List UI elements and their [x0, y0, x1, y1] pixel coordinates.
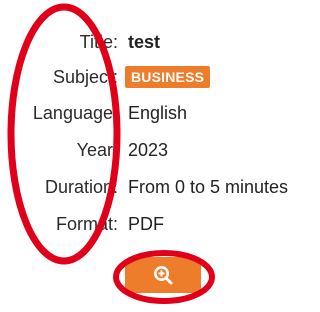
- year-value: 2023: [128, 140, 169, 160]
- language-value: English: [128, 103, 188, 123]
- format-value: PDF: [128, 214, 164, 234]
- subject-badge[interactable]: BUSINESS: [125, 66, 211, 88]
- resource-details-panel: Title: test Subject: BUSINESS Language: …: [0, 0, 307, 312]
- labels-annotation-ellipse: [7, 3, 121, 265]
- button-annotation-ellipse: [113, 250, 215, 304]
- duration-value: From 0 to 5 minutes: [128, 177, 289, 197]
- title-value: test: [128, 32, 161, 52]
